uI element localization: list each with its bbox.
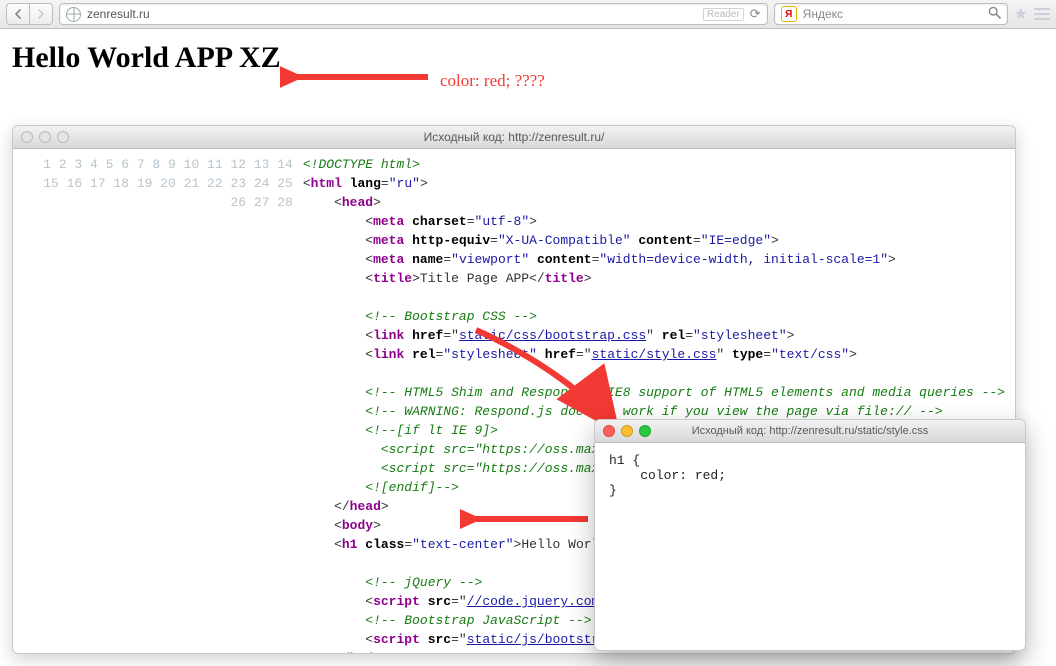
yandex-icon: Я [781,6,797,22]
zoom-dot-icon[interactable] [639,425,651,437]
css-window-title: Исходный код: http://zenresult.ru/static… [692,425,929,437]
search-icon[interactable] [988,6,1001,22]
menu-icon[interactable] [1034,6,1050,22]
css-window-titlebar[interactable]: Исходный код: http://zenresult.ru/static… [595,420,1025,443]
bookmark-icon[interactable]: ★ [1014,4,1028,24]
traffic-lights [13,131,69,143]
css-popup-window: Исходный код: http://zenresult.ru/static… [594,419,1026,651]
forward-button[interactable] [29,3,53,25]
minimize-dot-icon[interactable] [621,425,633,437]
search-placeholder: Яндекс [803,7,843,21]
refresh-icon[interactable]: ⟳ [750,6,761,22]
code-link[interactable]: static/css/bootstrap.css [459,328,646,343]
zoom-dot-icon[interactable] [57,131,69,143]
url-text: zenresult.ru [87,7,150,21]
minimize-dot-icon[interactable] [39,131,51,143]
globe-icon [66,7,81,22]
search-bar[interactable]: Я Яндекс [774,3,1008,25]
traffic-lights [595,425,651,437]
source-window-title: Исходный код: http://zenresult.ru/ [424,130,605,144]
back-button[interactable] [6,3,29,25]
page-viewport: Hello World APP XZ color: red; ???? Исхо… [0,29,1056,666]
annotation-text: color: red; ???? [440,71,545,91]
code-link[interactable]: static/style.css [592,347,717,362]
reader-badge[interactable]: Reader [703,8,744,21]
close-dot-icon[interactable] [603,425,615,437]
close-dot-icon[interactable] [21,131,33,143]
css-content[interactable]: h1 { color: red; } [595,443,1025,650]
browser-toolbar: zenresult.ru Reader ⟳ Я Яндекс ★ [0,0,1056,29]
nav-button-group [6,3,53,25]
address-bar[interactable]: zenresult.ru Reader ⟳ [59,3,768,25]
source-window-titlebar[interactable]: Исходный код: http://zenresult.ru/ [13,126,1015,149]
line-gutter: 1 2 3 4 5 6 7 8 9 10 11 12 13 14 15 16 1… [13,149,303,653]
